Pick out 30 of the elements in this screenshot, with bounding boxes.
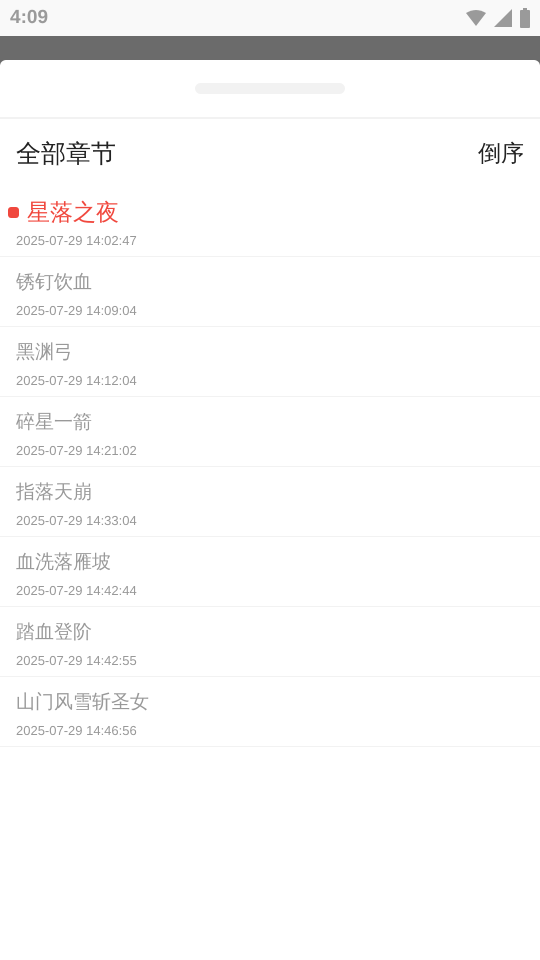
chapter-time: 2025-07-29 14:46:56 [16,723,138,738]
chapter-time: 2025-07-29 14:21:02 [16,443,138,458]
status-time: 4:09 [10,7,48,29]
sheet-title: 全部章节 [16,138,116,170]
chapter-title: 踏血登阶 [16,620,92,645]
signal-icon [494,9,512,27]
chapter-item[interactable]: 血洗落雁坡 2025-07-29 14:42:44 [0,537,540,607]
sort-button[interactable]: 倒序 [478,138,524,168]
battery-icon [520,8,530,28]
chapter-item[interactable]: 碎星一箭 2025-07-29 14:21:02 [0,397,540,467]
chapter-time: 2025-07-29 14:42:44 [16,583,138,598]
chapter-item[interactable]: 星落之夜 2025-07-29 14:02:47 [0,187,540,257]
chapter-item[interactable]: 山门风雪斩圣女 2025-07-29 14:46:56 [0,677,540,747]
chapter-time: 2025-07-29 14:12:04 [16,373,138,388]
chapter-item[interactable]: 指落天崩 2025-07-29 14:33:04 [0,467,540,537]
chapter-title: 星落之夜 [27,198,119,228]
chapter-item[interactable]: 锈钉饮血 2025-07-29 14:09:04 [0,257,540,327]
wifi-icon [466,10,486,26]
chapter-time: 2025-07-29 14:33:04 [16,513,138,528]
chapter-time: 2025-07-29 14:02:47 [16,233,138,248]
chapter-item[interactable]: 黑渊弓 2025-07-29 14:12:04 [0,327,540,397]
chapter-item[interactable]: 踏血登阶 2025-07-29 14:42:55 [0,607,540,677]
chapter-title: 锈钉饮血 [16,270,92,295]
chapter-title: 黑渊弓 [16,340,73,365]
chapter-title: 山门风雪斩圣女 [16,690,149,715]
chapter-title: 指落天崩 [16,480,92,505]
chapter-title: 碎星一箭 [16,410,92,435]
chapter-time: 2025-07-29 14:09:04 [16,303,138,318]
chapter-title: 血洗落雁坡 [16,550,111,575]
chapter-time: 2025-07-29 14:42:55 [16,653,138,668]
